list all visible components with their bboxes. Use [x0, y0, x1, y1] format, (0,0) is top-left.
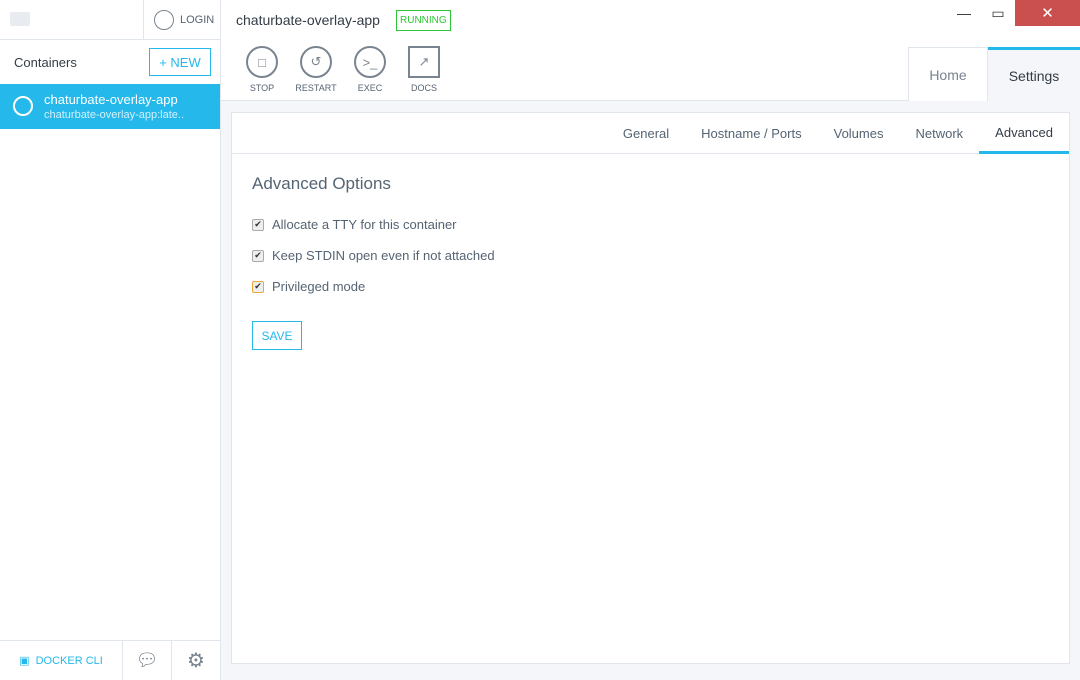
external-link-icon: ↗: [408, 46, 440, 78]
login-label: LOGIN: [180, 14, 215, 26]
containers-header: Containers + NEW: [0, 40, 220, 84]
settings-panel: General Hostname / Ports Volumes Network…: [231, 112, 1070, 664]
docker-cli-label: DOCKER CLI: [35, 654, 103, 667]
view-tabs: Home Settings: [908, 47, 1080, 102]
container-list-item[interactable]: chaturbate-overlay-app chaturbate-overla…: [0, 84, 220, 129]
kitematic-logo: [10, 12, 30, 26]
feedback-icon[interactable]: 💬︎: [123, 641, 172, 680]
container-title: chaturbate-overlay-app: [236, 12, 380, 28]
exec-label: EXEC: [357, 83, 383, 93]
new-container-button[interactable]: + NEW: [149, 48, 211, 76]
tab-network[interactable]: Network: [899, 113, 979, 153]
privileged-option[interactable]: ✔ Privileged mode: [252, 268, 1049, 305]
window-controls: — ▭ ✕: [947, 0, 1080, 26]
user-icon: [154, 10, 174, 30]
tty-checkbox[interactable]: ✔: [252, 218, 264, 231]
stop-button[interactable]: □ STOP: [235, 46, 289, 93]
save-button[interactable]: SAVE: [252, 321, 302, 350]
docs-label: DOCS: [410, 83, 437, 93]
maximize-icon[interactable]: ▭: [981, 0, 1015, 26]
docker-cli-button[interactable]: ▣ DOCKER CLI: [0, 641, 123, 680]
tab-advanced[interactable]: Advanced: [979, 113, 1069, 154]
status-badge: RUNNING: [396, 10, 451, 31]
stdin-label: Keep STDIN open even if not attached: [272, 248, 495, 263]
close-icon[interactable]: ✕: [1015, 0, 1080, 26]
tab-general[interactable]: General: [607, 113, 685, 153]
tab-home[interactable]: Home: [908, 47, 988, 101]
sidebar-top: LOGIN: [0, 0, 220, 40]
restart-label: RESTART: [295, 83, 337, 93]
minimize-icon[interactable]: —: [947, 0, 981, 26]
stop-label: STOP: [249, 83, 275, 93]
sidebar-footer: ▣ DOCKER CLI 💬︎ ⚙: [0, 640, 220, 680]
stdin-checkbox[interactable]: ✔: [252, 249, 264, 262]
container-image: chaturbate-overlay-app:late..: [44, 109, 185, 121]
sidebar: LOGIN Containers + NEW chaturbate-overla…: [0, 0, 221, 680]
restart-icon: ↺: [300, 46, 332, 78]
action-bar: □ STOP ↺ RESTART >_ EXEC ↗ DOCS: [235, 46, 451, 93]
settings-tabs: General Hostname / Ports Volumes Network…: [232, 113, 1069, 154]
docs-button[interactable]: ↗ DOCS: [397, 46, 451, 93]
container-running-icon: [13, 96, 33, 116]
tab-settings[interactable]: Settings: [988, 47, 1080, 102]
privileged-label: Privileged mode: [272, 279, 366, 294]
tab-hostname-ports[interactable]: Hostname / Ports: [685, 113, 817, 153]
container-header: chaturbate-overlay-app RUNNING □ STOP ↺ RE…: [221, 0, 1080, 102]
privileged-checkbox[interactable]: ✔: [252, 280, 264, 293]
login-button[interactable]: LOGIN: [143, 0, 221, 40]
containers-label: Containers: [14, 54, 77, 70]
tab-volumes[interactable]: Volumes: [818, 113, 900, 153]
tty-label: Allocate a TTY for this container: [272, 217, 457, 232]
stop-icon: □: [246, 46, 278, 78]
exec-button[interactable]: >_ EXEC: [343, 46, 397, 93]
docker-icon: ▣: [19, 655, 30, 667]
container-name: chaturbate-overlay-app: [44, 92, 178, 107]
terminal-icon: >_: [354, 46, 386, 78]
main: chaturbate-overlay-app RUNNING □ STOP ↺ RE…: [221, 0, 1080, 680]
gear-icon[interactable]: ⚙: [172, 641, 220, 680]
restart-button[interactable]: ↺ RESTART: [289, 46, 343, 93]
section-heading: Advanced Options: [252, 174, 391, 193]
